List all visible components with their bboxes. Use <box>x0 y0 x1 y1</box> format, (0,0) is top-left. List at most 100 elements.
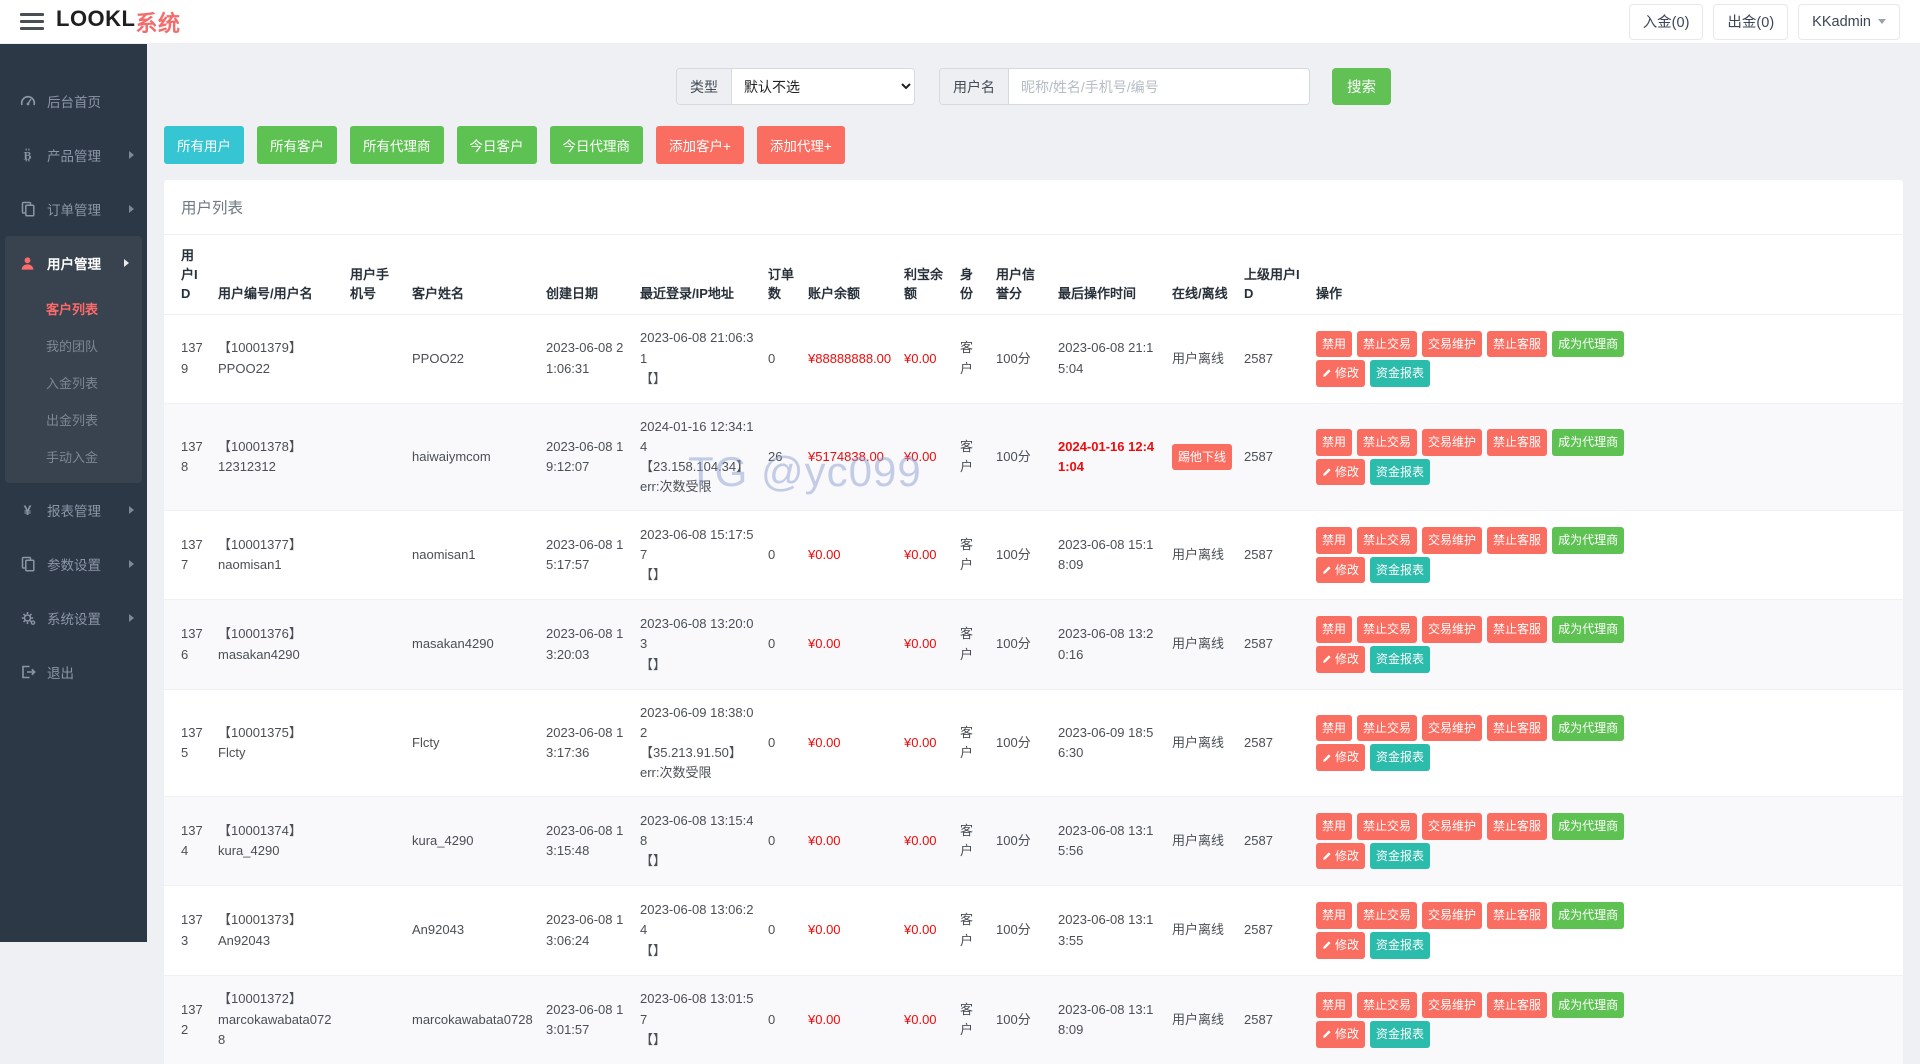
user-id-cell: 1378 <box>164 402 212 511</box>
forbid-service-button[interactable]: 禁止客服 <box>1487 616 1548 644</box>
sidebar-subitem-my-team[interactable]: 我的团队 <box>5 327 142 364</box>
kick-offline-button[interactable]: 踢他下线 <box>1172 443 1233 471</box>
chevron-right-icon <box>129 151 134 159</box>
sidebar-subitem-deposit-list[interactable]: 入金列表 <box>5 364 142 401</box>
forbid-service-button[interactable]: 禁止客服 <box>1487 902 1548 929</box>
user-menu[interactable]: KKadmin <box>1798 3 1900 40</box>
column-header-balance: 账户余额 <box>808 285 861 301</box>
sidebar-item-products[interactable]: B 产品管理 <box>0 128 147 182</box>
forbid-service-button[interactable]: 禁止客服 <box>1487 813 1548 840</box>
username-input[interactable] <box>1009 69 1309 104</box>
disable-button[interactable]: 禁用 <box>1316 991 1353 1019</box>
forbid-service-button[interactable]: 禁止客服 <box>1487 714 1548 742</box>
today-agents-button[interactable]: 今日代理商 <box>549 126 643 164</box>
trade-maintenance-button[interactable]: 交易维护 <box>1422 813 1483 840</box>
withdraw-button[interactable]: 出金(0) <box>1713 3 1789 40</box>
edit-button[interactable]: 修改 <box>1316 932 1366 959</box>
become-agent-button[interactable]: 成为代理商 <box>1552 902 1625 929</box>
disable-button[interactable]: 禁用 <box>1316 616 1353 644</box>
user-id-cell: 1373 <box>164 885 212 976</box>
sidebar-subitem-customer-list[interactable]: 客户列表 <box>5 290 142 327</box>
edit-button[interactable]: 修改 <box>1316 842 1366 870</box>
trade-maintenance-button[interactable]: 交易维护 <box>1422 991 1483 1019</box>
trade-maintenance-button[interactable]: 交易维护 <box>1422 714 1483 742</box>
become-agent-button[interactable]: 成为代理商 <box>1552 428 1625 456</box>
disable-button[interactable]: 禁用 <box>1316 902 1353 929</box>
add-agent-button[interactable]: 添加代理+ <box>756 126 845 164</box>
disable-button[interactable]: 禁用 <box>1316 714 1353 742</box>
become-agent-button[interactable]: 成为代理商 <box>1552 527 1625 554</box>
edit-button[interactable]: 修改 <box>1316 744 1366 772</box>
fund-report-button[interactable]: 资金报表 <box>1370 360 1431 387</box>
fund-report-button[interactable]: 资金报表 <box>1370 646 1431 673</box>
edit-button[interactable]: 修改 <box>1316 360 1366 387</box>
forbid-service-button[interactable]: 禁止客服 <box>1487 428 1548 456</box>
forbid-trade-button[interactable]: 禁止交易 <box>1357 813 1418 840</box>
libao-cell: ¥0.00 <box>898 599 954 690</box>
forbid-service-button[interactable]: 禁止客服 <box>1487 527 1548 554</box>
become-agent-button[interactable]: 成为代理商 <box>1552 714 1625 742</box>
fund-report-button[interactable]: 资金报表 <box>1370 932 1431 959</box>
disable-button[interactable]: 禁用 <box>1316 813 1353 840</box>
type-label: 类型 <box>677 69 732 104</box>
forbid-trade-button[interactable]: 禁止交易 <box>1357 714 1418 742</box>
edit-button[interactable]: 修改 <box>1316 646 1366 673</box>
today-customers-button[interactable]: 今日客户 <box>456 126 537 164</box>
disable-button[interactable]: 禁用 <box>1316 428 1353 456</box>
forbid-trade-button[interactable]: 禁止交易 <box>1357 991 1418 1019</box>
become-agent-button[interactable]: 成为代理商 <box>1552 813 1625 840</box>
fund-report-button[interactable]: 资金报表 <box>1370 744 1431 772</box>
become-agent-button[interactable]: 成为代理商 <box>1552 330 1625 358</box>
sidebar-item-reports[interactable]: ¥ 报表管理 <box>0 483 147 537</box>
disable-button[interactable]: 禁用 <box>1316 527 1353 554</box>
sidebar-item-orders[interactable]: 订单管理 <box>0 182 147 236</box>
sidebar-item-params[interactable]: 参数设置 <box>0 537 147 591</box>
last-login-line: 2023-06-08 15:17:57 <box>640 527 754 563</box>
disable-button[interactable]: 禁用 <box>1316 330 1353 358</box>
add-customer-button[interactable]: 添加客户+ <box>656 126 744 164</box>
user-code-cell: 【10001372】 marcokawabata0728 <box>212 974 344 1064</box>
sidebar-item-label: 后台首页 <box>47 95 101 110</box>
fund-report-button[interactable]: 资金报表 <box>1370 458 1431 486</box>
become-agent-button[interactable]: 成为代理商 <box>1552 991 1625 1019</box>
sidebar-item-logout[interactable]: 退出 <box>0 645 147 699</box>
sidebar-subitem-withdraw-list[interactable]: 出金列表 <box>5 401 142 438</box>
forbid-trade-button[interactable]: 禁止交易 <box>1357 527 1418 554</box>
edit-button[interactable]: 修改 <box>1316 556 1366 584</box>
edit-button[interactable]: 修改 <box>1316 1021 1366 1048</box>
sidebar-item-home[interactable]: 后台首页 <box>0 74 147 128</box>
type-select[interactable]: 默认不选 <box>732 69 914 104</box>
trade-maintenance-button[interactable]: 交易维护 <box>1422 330 1483 358</box>
fund-report-button[interactable]: 资金报表 <box>1370 556 1431 584</box>
all-agents-button[interactable]: 所有代理商 <box>350 126 444 164</box>
forbid-trade-button[interactable]: 禁止交易 <box>1357 616 1418 644</box>
orders-cell: 0 <box>762 313 802 404</box>
sidebar-item-system[interactable]: 系统设置 <box>0 591 147 645</box>
menu-toggle-icon[interactable] <box>20 9 44 34</box>
forbid-trade-button[interactable]: 禁止交易 <box>1357 428 1418 456</box>
all-customers-button[interactable]: 所有客户 <box>257 126 337 164</box>
last-op-cell: 2023-06-08 13:18:09 <box>1052 974 1166 1064</box>
forbid-trade-button[interactable]: 禁止交易 <box>1357 902 1418 929</box>
trade-maintenance-button[interactable]: 交易维护 <box>1422 527 1483 554</box>
sidebar-item-users[interactable]: 用户管理 <box>5 236 142 290</box>
libao-cell: ¥0.00 <box>898 510 954 600</box>
forbid-service-button[interactable]: 禁止客服 <box>1487 991 1548 1019</box>
last-login-line: 2023-06-09 18:38:02 <box>640 704 754 740</box>
trade-maintenance-button[interactable]: 交易维护 <box>1422 902 1483 929</box>
last-op-cell: 2023-06-08 13:15:56 <box>1052 796 1166 886</box>
column-header-orders: 订单数 <box>768 266 795 301</box>
forbid-trade-button[interactable]: 禁止交易 <box>1357 330 1418 358</box>
fund-report-button[interactable]: 资金报表 <box>1370 1021 1431 1048</box>
sidebar-subitem-manual-deposit[interactable]: 手动入金 <box>5 438 142 475</box>
all-users-button[interactable]: 所有用户 <box>164 126 244 164</box>
edit-button[interactable]: 修改 <box>1316 458 1366 486</box>
fund-report-button[interactable]: 资金报表 <box>1370 842 1431 870</box>
table-header-row: 用户ID 用户编号/用户名 用户手机号 客户姓名 创建日期 最近登录/IP地址 … <box>164 235 1903 314</box>
trade-maintenance-button[interactable]: 交易维护 <box>1422 616 1483 644</box>
become-agent-button[interactable]: 成为代理商 <box>1552 616 1625 644</box>
trade-maintenance-button[interactable]: 交易维护 <box>1422 428 1483 456</box>
search-button[interactable]: 搜索 <box>1332 68 1391 105</box>
forbid-service-button[interactable]: 禁止客服 <box>1487 330 1548 358</box>
deposit-button[interactable]: 入金(0) <box>1628 3 1704 40</box>
